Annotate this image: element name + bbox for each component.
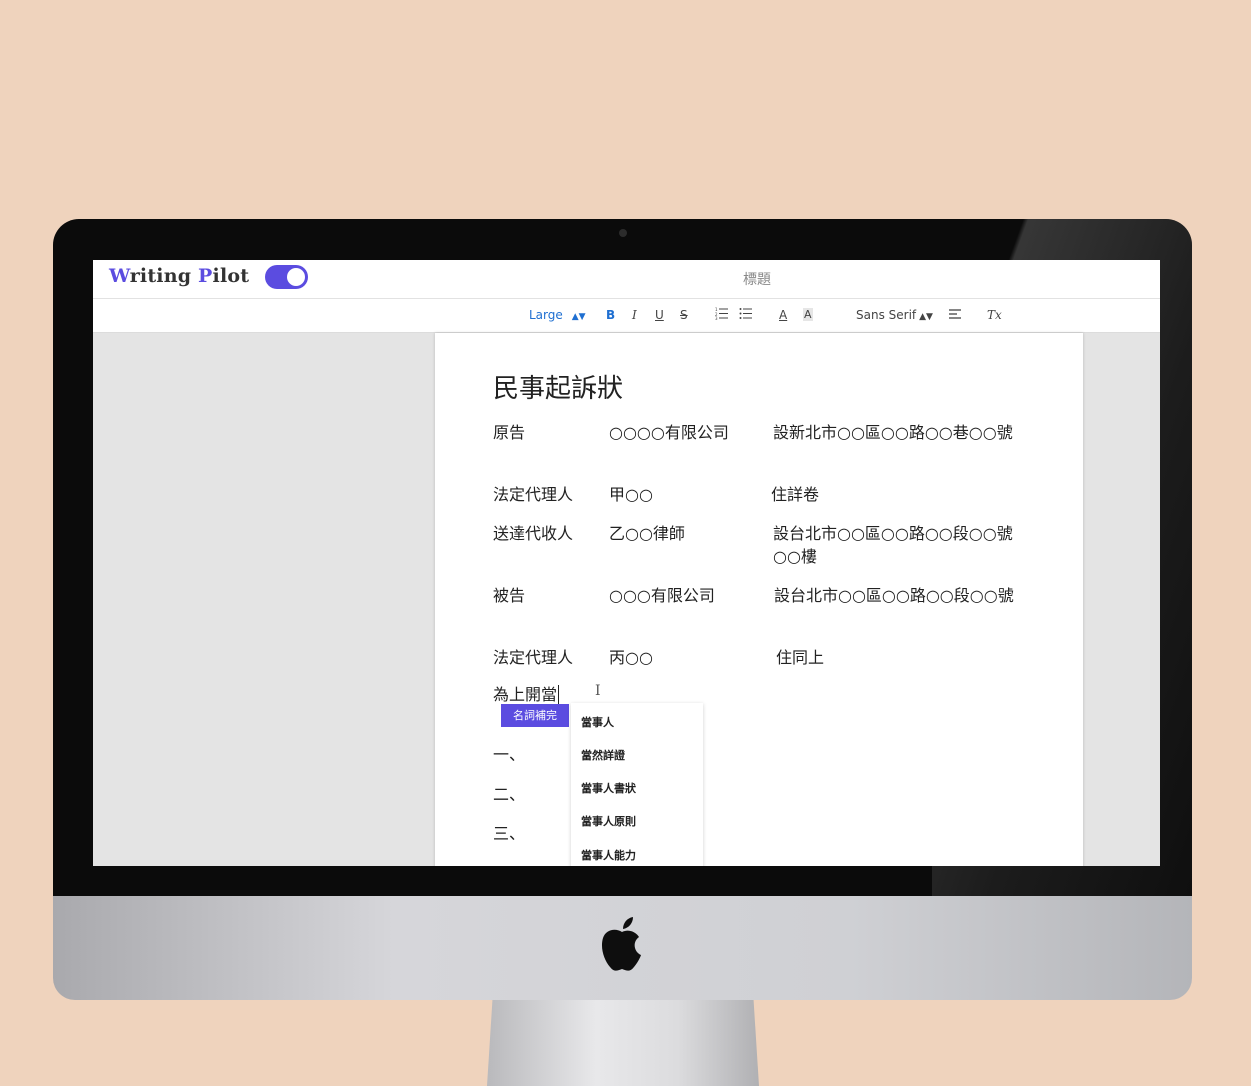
highlight-button[interactable]: A [803, 308, 813, 321]
app-header: Writing Pilot 標題 [93, 260, 1160, 299]
monitor-stand [487, 1000, 759, 1086]
app-logo: Writing Pilot [109, 265, 249, 287]
logo-letter-p: P [198, 265, 213, 287]
party-name: 乙○○律師 [609, 524, 685, 543]
size-select-label: Large [529, 308, 563, 322]
party-role: 被告 [493, 586, 526, 605]
list-marker: 三、 [493, 824, 526, 843]
document-heading: 民事起訴狀 [493, 374, 624, 404]
strike-button[interactable]: S [680, 308, 688, 322]
text-cursor [558, 685, 560, 704]
font-select-label: Sans Serif [856, 308, 917, 322]
autocomplete-option[interactable]: 當事人書狀 [581, 780, 636, 796]
feature-toggle[interactable] [265, 265, 308, 289]
autocomplete-option[interactable]: 當事人原則 [581, 813, 636, 829]
ordered-list-button[interactable]: 123 [715, 306, 729, 323]
size-select[interactable]: Large ▲▼ [529, 308, 586, 322]
font-select[interactable]: Sans Serif ▲▼ [856, 308, 933, 322]
align-button[interactable] [948, 307, 962, 324]
autocomplete-option[interactable]: 當然詳證 [581, 747, 625, 763]
camera-icon [619, 229, 627, 237]
underline-button[interactable]: U [655, 308, 664, 322]
app-screen: Writing Pilot 標題 Large ▲▼ B I U S 123 A A… [93, 260, 1160, 866]
party-address: 設新北市○○區○○路○○巷○○號 [773, 423, 1013, 442]
document-title[interactable]: 標題 [743, 269, 771, 289]
party-role: 送達代收人 [493, 524, 574, 543]
toggle-knob [287, 268, 305, 286]
party-role: 法定代理人 [493, 485, 574, 504]
font-color-button[interactable]: A [779, 308, 787, 322]
party-role: 法定代理人 [493, 648, 574, 667]
autocomplete-option[interactable]: 當事人能力 [581, 847, 636, 863]
list-marker: 二、 [493, 785, 526, 804]
logo-letter-w: W [109, 265, 130, 287]
clear-format-button[interactable]: Tx [987, 308, 1002, 322]
bold-button[interactable]: B [606, 308, 615, 322]
logo-text-2: ilot [212, 265, 250, 287]
svg-text:3: 3 [715, 316, 718, 320]
party-name: 甲○○ [609, 485, 653, 504]
format-toolbar: Large ▲▼ B I U S 123 A A Sans Serif ▲▼ Tx [93, 299, 1160, 333]
typed-text: 為上開當 [493, 685, 558, 704]
autocomplete-option[interactable]: 當事人 [581, 714, 614, 730]
party-address: 住同上 [776, 648, 825, 667]
autocomplete-tag: 名詞補完 [501, 704, 569, 727]
align-icon [949, 309, 961, 319]
chevron-updown-icon: ▲▼ [919, 312, 933, 322]
ordered-list-icon: 123 [715, 307, 728, 321]
document-page[interactable]: 民事起訴狀 原告 ○○○○有限公司 設新北市○○區○○路○○巷○○號 法定代理人… [435, 333, 1083, 866]
autocomplete-dropdown: 當事人 當然詳證 當事人書狀 當事人原則 當事人能力 [571, 703, 703, 866]
list-marker: 一、 [493, 745, 526, 764]
party-name: 丙○○ [609, 648, 653, 667]
party-name: ○○○有限公司 [609, 586, 715, 605]
party-address: 住詳卷 [771, 485, 820, 504]
i-beam-cursor-icon: I [595, 683, 601, 699]
party-role: 原告 [493, 423, 526, 442]
typing-line[interactable]: 為上開當 [493, 683, 560, 706]
bullet-list-button[interactable] [739, 306, 753, 323]
apple-logo-icon [601, 917, 641, 971]
party-name: ○○○○有限公司 [609, 423, 729, 442]
chevron-updown-icon: ▲▼ [571, 312, 586, 322]
party-address: 設台北市○○區○○路○○段○○號○○樓 [773, 524, 1013, 566]
logo-text-1: riting [129, 265, 199, 287]
party-address: 設台北市○○區○○路○○段○○號 [774, 586, 1014, 605]
bullet-list-icon [739, 308, 752, 319]
italic-button[interactable]: I [632, 308, 637, 322]
